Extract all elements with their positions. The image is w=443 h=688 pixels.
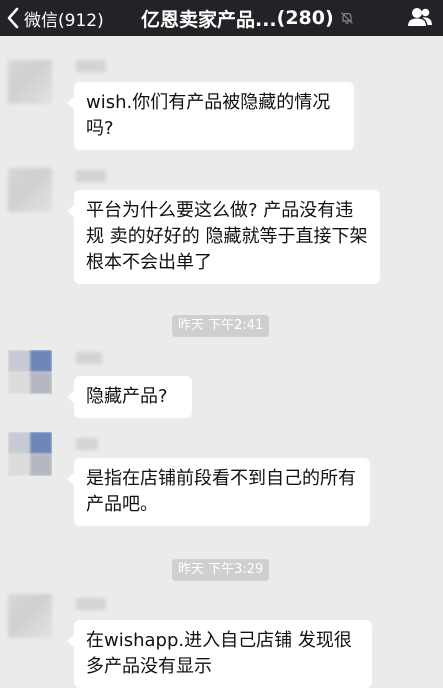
avatar[interactable] — [8, 432, 52, 476]
avatar[interactable] — [8, 168, 52, 212]
sender-name — [76, 352, 102, 364]
chevron-left-icon — [7, 7, 19, 29]
chat-header: 微信(912) 亿恩卖家产品... (280) — [0, 0, 443, 36]
message-bubble[interactable]: wish.你们有产品被隐藏的情况吗? — [67, 82, 354, 150]
sender-name — [76, 438, 98, 450]
bell-muted-icon — [340, 12, 353, 24]
sender-name — [76, 598, 106, 610]
avatar[interactable] — [8, 594, 52, 638]
message-bubble[interactable]: 隐藏产品? — [67, 376, 192, 418]
back-label: 微信(912) — [24, 10, 104, 31]
timestamp: 昨天 下午3:29 — [172, 559, 270, 581]
chat-title-area: 亿恩卖家产品... (280) — [141, 4, 354, 32]
message-bubble[interactable]: 是指在店铺前段看不到自己的所有产品吧。 — [67, 458, 370, 526]
sender-name — [76, 60, 106, 72]
group-info-button[interactable] — [407, 6, 433, 32]
group-members-icon — [408, 8, 432, 26]
back-button[interactable]: 微信(912) — [6, 4, 104, 32]
chat-title: 亿恩卖家产品... — [141, 8, 277, 31]
member-count: (280) — [276, 7, 334, 29]
message-bubble[interactable]: 在wishapp.进入自己店铺 发现很多产品没有显示 — [67, 620, 372, 688]
timestamp: 昨天 下午2:41 — [172, 315, 270, 337]
avatar[interactable] — [8, 60, 52, 104]
avatar[interactable] — [8, 350, 52, 394]
sender-name — [76, 170, 106, 182]
message-bubble[interactable]: 平台为什么要这么做? 产品没有违规 卖的好好的 隐藏就等于直接下架 根本不会出单… — [67, 190, 380, 284]
